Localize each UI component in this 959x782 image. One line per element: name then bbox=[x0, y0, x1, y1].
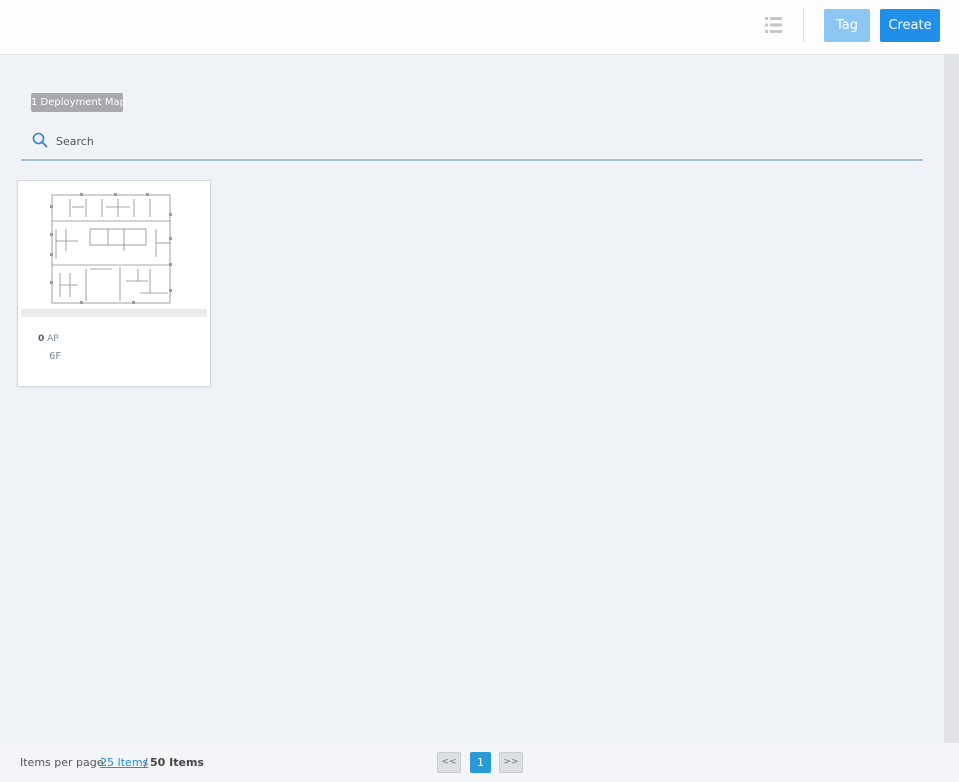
map-count-badge: 1 Deployment Map bbox=[31, 93, 126, 112]
vertical-scrollbar[interactable] bbox=[944, 55, 959, 743]
floor-name: 6F bbox=[49, 351, 62, 362]
ap-count-line: 0 AP bbox=[38, 334, 59, 344]
search-icon bbox=[32, 132, 48, 148]
pagination-footer: Items per page: 25 Items / 50 Items << 1… bbox=[0, 743, 959, 782]
search-input[interactable] bbox=[56, 130, 916, 152]
search-bar bbox=[21, 128, 923, 161]
current-page-button[interactable]: 1 bbox=[470, 752, 491, 773]
deployment-map-card[interactable]: 0 AP 6F bbox=[17, 180, 211, 387]
items-per-page-selector[interactable]: 25 Items bbox=[100, 756, 148, 769]
next-page-button[interactable]: >> bbox=[499, 752, 523, 773]
ap-label: AP bbox=[47, 334, 59, 344]
top-toolbar: Tag Create bbox=[0, 0, 959, 55]
list-view-icon[interactable] bbox=[762, 13, 786, 37]
toolbar-divider bbox=[803, 8, 804, 42]
thumbnail-caption-bar bbox=[21, 309, 207, 317]
floor-plan-thumbnail bbox=[50, 193, 172, 304]
items-per-page-label: Items per page: bbox=[20, 756, 108, 769]
tag-button[interactable]: Tag bbox=[824, 9, 870, 42]
prev-page-button[interactable]: << bbox=[437, 752, 461, 773]
total-items: 50 Items bbox=[150, 756, 204, 769]
create-button[interactable]: Create bbox=[880, 9, 940, 42]
ap-count: 0 bbox=[38, 334, 45, 344]
items-separator: / bbox=[144, 756, 148, 769]
